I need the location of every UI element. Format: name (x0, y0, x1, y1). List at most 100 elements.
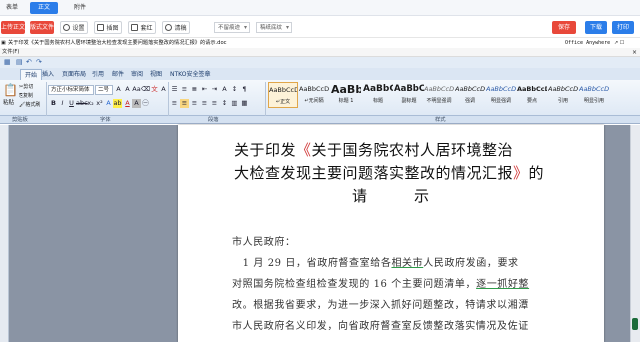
download-button[interactable]: 下载 (585, 21, 607, 34)
text-effects-icon[interactable]: A (104, 99, 113, 108)
ribbon-tab-ntko-signature[interactable]: NTKO安全签章 (170, 69, 210, 80)
clear-format-icon[interactable]: ⌫ (141, 85, 150, 94)
ribbon-tab-mailings[interactable]: 邮件 (112, 69, 124, 80)
style-emphasis[interactable]: AaBbCcDt 强调 (455, 82, 485, 108)
copy-label: 复制 (23, 93, 34, 99)
bold-icon[interactable]: B (49, 99, 58, 108)
ribbon-tab-references[interactable]: 引用 (92, 69, 104, 80)
style-quote[interactable]: AaBbCcDd 引用 (548, 82, 578, 108)
trace-mode-select[interactable]: 不留痕迹 (214, 22, 250, 33)
line-spacing-icon[interactable]: ↕ (220, 99, 229, 108)
subscript-icon[interactable]: x₂ (86, 99, 95, 108)
ribbon-tab-layout[interactable]: 页面布局 (62, 69, 86, 80)
scrollbar-thumb[interactable] (632, 318, 638, 330)
undo-icon[interactable]: ↶ (26, 58, 32, 66)
style-name: ↵正文 (275, 99, 291, 105)
copy-button[interactable]: ⎘复制 (19, 92, 33, 100)
style-name: 标题 (372, 98, 383, 104)
style-normal[interactable]: AaBbCcDd ↵正文 (268, 82, 298, 108)
show-marks-icon[interactable]: ¶ (240, 85, 249, 94)
paste-icon[interactable]: 📋 (3, 83, 18, 97)
font-case-icon[interactable]: Aa (132, 85, 141, 94)
sort-icon[interactable]: ↕ (230, 85, 239, 94)
multilevel-list-icon[interactable]: ≣ (190, 85, 199, 94)
font-size-select[interactable]: 二号 (95, 85, 113, 95)
font-color-icon[interactable]: A (123, 99, 132, 108)
close-icon[interactable]: × (632, 48, 637, 57)
format-painter-button[interactable]: 🖌格式刷 (19, 101, 40, 109)
style-subtitle[interactable]: AaBbC 副标题 (394, 82, 424, 108)
redo-icon[interactable]: ↷ (36, 58, 42, 66)
red-header-button[interactable]: 套红 (128, 21, 156, 34)
ribbon-separator (46, 82, 47, 116)
cut-button[interactable]: ✂剪切 (19, 83, 33, 91)
ribbon-tabs: 开始 插入 页面布局 引用 邮件 审阅 视图 NTKO安全签章 (0, 68, 640, 80)
bullets-icon[interactable]: ☰ (170, 85, 179, 94)
ribbon-separator (168, 82, 169, 116)
style-name: ↵无间隔 (304, 98, 324, 104)
paper-background-select[interactable]: 稿纸底纹 (256, 22, 292, 33)
enclose-char-icon[interactable]: ㊀ (141, 99, 150, 108)
align-right-icon[interactable]: ≡ (190, 99, 199, 108)
style-no-spacing[interactable]: AaBbCcDd ↵无间隔 (299, 82, 329, 108)
align-center-icon[interactable]: ≡ (180, 99, 189, 108)
decrease-indent-icon[interactable]: ⇤ (200, 85, 209, 94)
highlight-icon[interactable]: ab (113, 99, 122, 108)
style-title[interactable]: AaBbC 标题 (363, 82, 393, 108)
ribbon-tab-view[interactable]: 视图 (150, 69, 162, 80)
save-button[interactable]: 保存 (552, 21, 576, 34)
ribbon-tab-review[interactable]: 审阅 (131, 69, 143, 80)
style-intense-emphasis[interactable]: AaBbCcDt 明显强调 (486, 82, 516, 108)
style-sample: AaBbCcDd (517, 85, 547, 93)
menu-file[interactable]: 文件(F) (2, 48, 19, 57)
distribute-icon[interactable]: ≡ (210, 99, 219, 108)
grow-font-icon[interactable]: A (114, 85, 123, 94)
superscript-icon[interactable]: x² (95, 99, 104, 108)
document-toolbar: 上传正文 版式文件 设置 插图 套红 清稿 不留痕迹 稿纸底纹 保存 下载 打印 (0, 18, 640, 38)
strikethrough-icon[interactable]: abc (76, 99, 88, 108)
shrink-font-icon[interactable]: A (123, 85, 132, 94)
style-heading-1[interactable]: AaBb 标题 1 (331, 82, 361, 108)
style-subtle-emphasis[interactable]: AaBbCcDt 不明显强调 (424, 82, 454, 108)
office-anywhere-label: Office Anywhere (565, 40, 611, 46)
char-border-icon[interactable]: A (159, 85, 168, 94)
style-name: 副标题 (401, 98, 417, 104)
quick-save-icon[interactable]: ▤ (16, 58, 23, 66)
ribbon-tab-insert[interactable]: 插入 (42, 69, 54, 80)
align-left-icon[interactable]: ≡ (170, 99, 179, 108)
numbering-icon[interactable]: ≡ (180, 85, 189, 94)
print-button[interactable]: 打印 (612, 21, 634, 34)
tab-body-text[interactable]: 正文 (30, 2, 58, 14)
style-strong[interactable]: AaBbCcDd 要点 (517, 82, 547, 108)
chinese-layout-icon[interactable]: A (220, 85, 229, 94)
underline-icon[interactable]: U (67, 99, 76, 108)
tab-attachments[interactable]: 附件 (66, 2, 94, 14)
shading-icon[interactable]: ▥ (230, 99, 239, 108)
ribbon-tab-home[interactable]: 开始 (20, 69, 43, 80)
window-controls-icon[interactable]: ↗ ☐ (614, 39, 624, 48)
justify-icon[interactable]: ≡ (200, 99, 209, 108)
phonetic-guide-icon[interactable]: 文 (150, 85, 159, 94)
style-intense-quote[interactable]: AaBbCcDd 明显引用 (579, 82, 609, 108)
font-name-select[interactable]: 方正小标宋简体 (48, 85, 94, 95)
clean-draft-button[interactable]: 清稿 (162, 21, 190, 34)
doc-title-line-3: 请 示 (352, 187, 430, 205)
increase-indent-icon[interactable]: ⇥ (210, 85, 219, 94)
upload-body-button[interactable]: 上传正文 (1, 21, 25, 34)
style-sample: AaBb (331, 83, 361, 96)
stamp-icon (131, 24, 139, 31)
style-sample: AaBbCcDt (424, 85, 454, 93)
group-label-styles: 样式 (435, 117, 446, 123)
document-page[interactable]: 关于印发《关于国务院农村人居环境整治 大检查发现主要问题落实整改的情况汇报》的 … (178, 125, 604, 342)
template-file-button[interactable]: 版式文件 (30, 21, 54, 34)
char-shading-icon[interactable]: A (132, 99, 141, 108)
italic-icon[interactable]: I (58, 99, 67, 108)
illustration-button[interactable]: 插图 (94, 21, 122, 34)
doc-addressee: 市人民政府： (232, 237, 296, 248)
borders-icon[interactable]: ▦ (240, 99, 249, 108)
vertical-scrollbar[interactable] (630, 125, 640, 342)
paste-label[interactable]: 粘贴 (3, 98, 14, 106)
settings-button[interactable]: 设置 (60, 21, 88, 34)
style-name: 明显强调 (490, 98, 511, 104)
tab-form[interactable]: 表单 (4, 2, 20, 14)
